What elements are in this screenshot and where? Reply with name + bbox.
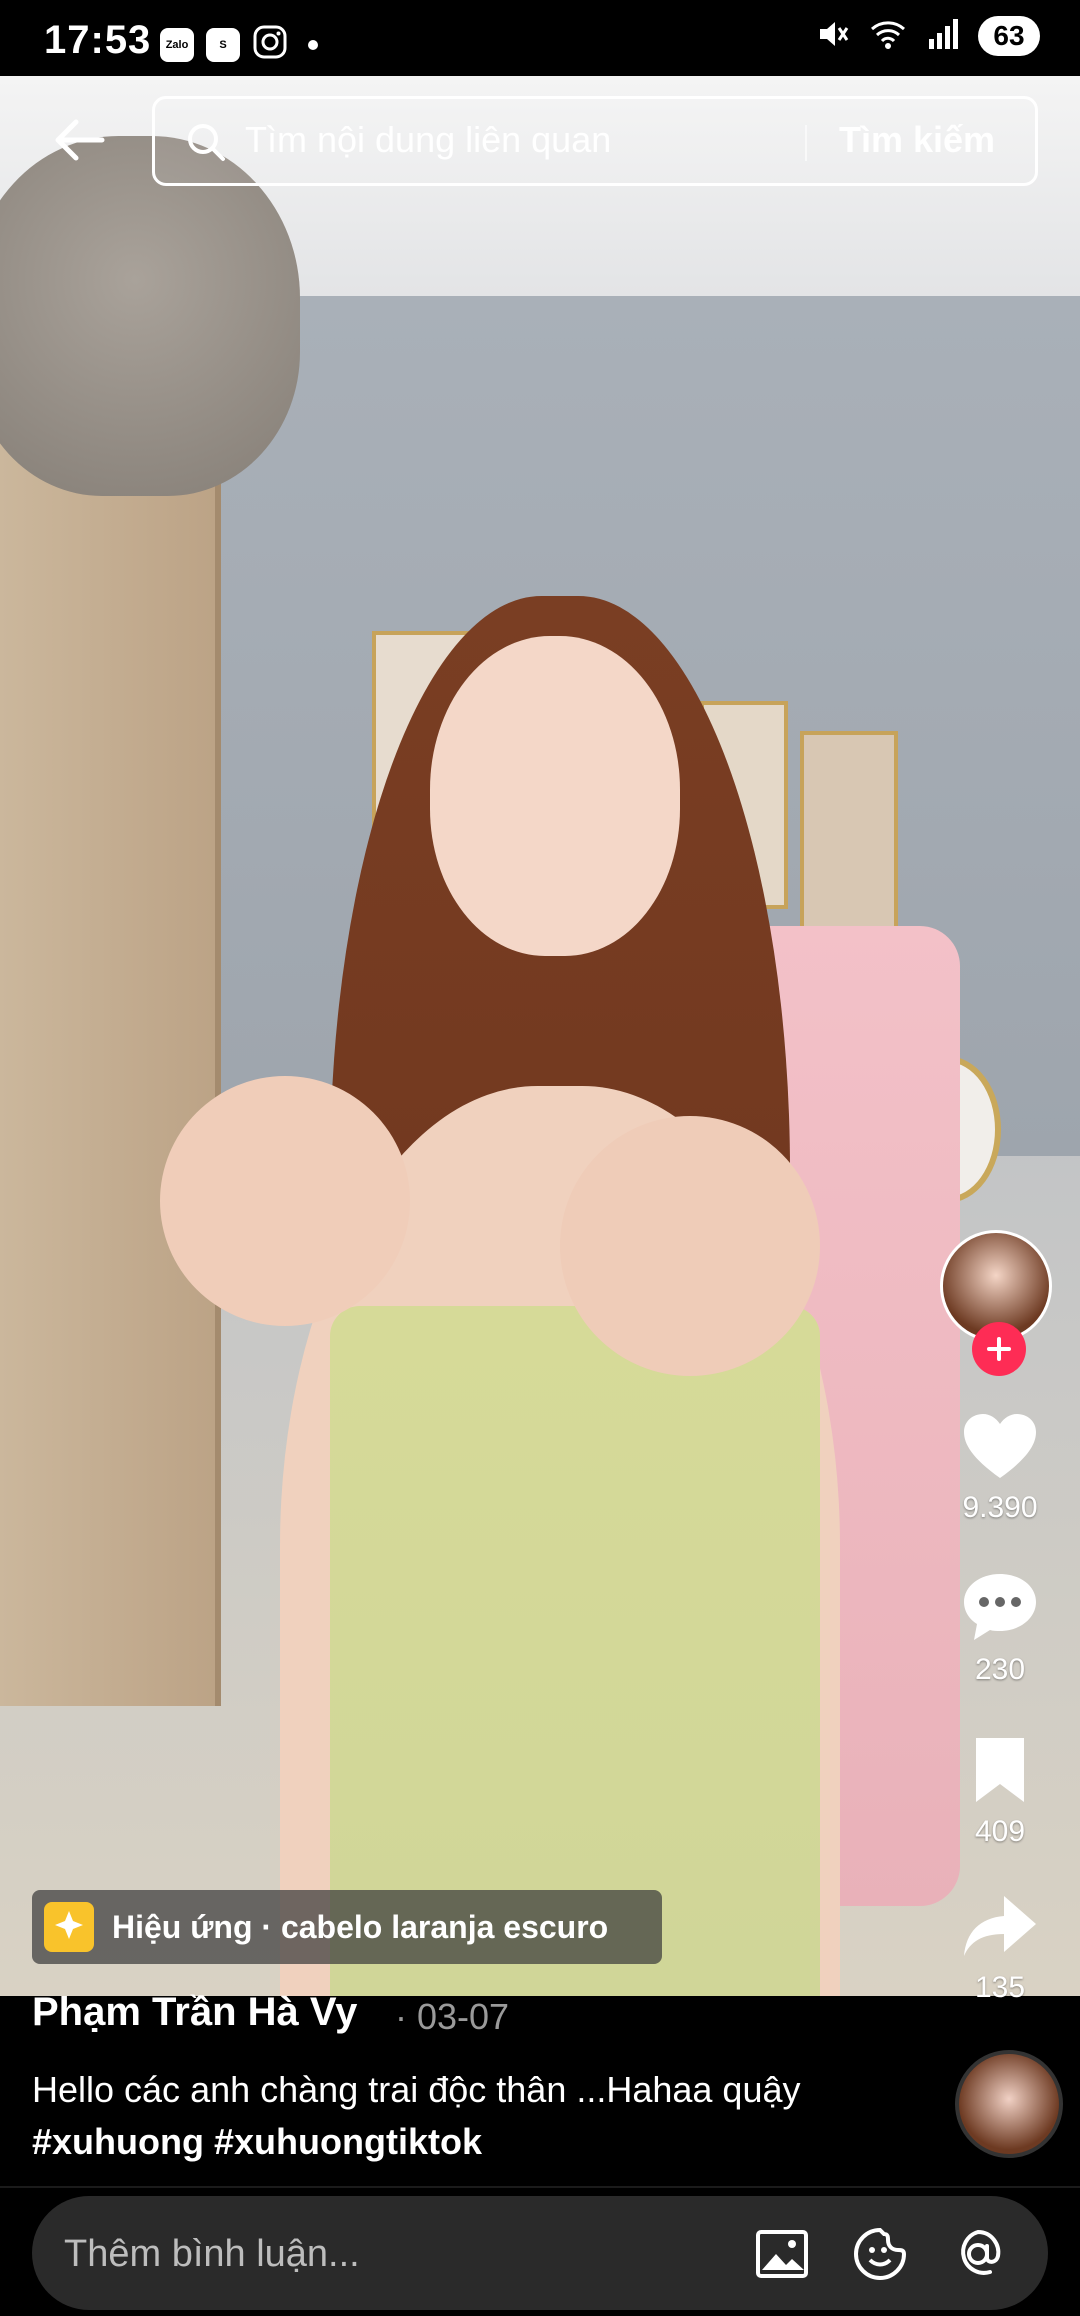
status-app-icons: Zalo S (160, 24, 318, 65)
search-bar[interactable]: Tìm nội dung liên quan Tìm kiếm (152, 96, 1038, 186)
post-caption: Hello các anh chàng trai độc thân ...Hah… (32, 2064, 832, 2168)
save-button[interactable]: 409 (940, 1732, 1060, 1849)
background-wardrobe (0, 406, 221, 1706)
comment-icon (964, 1574, 1036, 1640)
wall-art (800, 731, 898, 934)
sticker-icon[interactable] (852, 2226, 908, 2282)
heart-icon (964, 1414, 1036, 1478)
teddy-bear (0, 136, 300, 496)
share-count: 135 (974, 1971, 1026, 2004)
share-arrow-icon (964, 1896, 1036, 1956)
person-face (430, 636, 680, 956)
like-count: 9.390 (962, 1491, 1038, 1524)
follow-button[interactable] (972, 1322, 1026, 1376)
like-button[interactable]: 9.390 (940, 1410, 1060, 1525)
comment-input-bar[interactable]: Thêm bình luận... (32, 2196, 1048, 2310)
search-input[interactable]: Tìm nội dung liên quan (245, 119, 611, 161)
status-indicators: 63 (816, 16, 1040, 56)
person-hand (160, 1076, 410, 1326)
shopping-bag-icon: S (206, 27, 240, 62)
comment-input[interactable]: Thêm bình luận... (64, 2233, 360, 2276)
signal-icon (926, 17, 960, 56)
instagram-icon (252, 24, 288, 65)
zalo-icon: Zalo (160, 27, 194, 62)
sparkle-effect-icon (44, 1902, 94, 1952)
person-hand (560, 1116, 820, 1376)
status-bar: 17:53 Zalo S 63 (0, 0, 1080, 76)
caption-text: Hello các anh chàng trai độc thân ...Hah… (32, 2069, 801, 2110)
effect-label: Hiệu ứng · cabelo laranja escuro (112, 1908, 609, 1945)
creator-avatar-button[interactable] (940, 1230, 1056, 1376)
image-icon[interactable] (754, 2226, 810, 2282)
sound-avatar[interactable] (955, 2050, 1063, 2158)
battery-indicator: 63 (978, 16, 1040, 56)
video-player[interactable] (0, 76, 1080, 1996)
back-button[interactable] (52, 112, 108, 168)
notification-dot-icon (308, 39, 318, 50)
search-divider (805, 125, 807, 161)
author-name[interactable]: Phạm Trần Hà Vy (32, 1990, 357, 2035)
search-button[interactable]: Tìm kiếm (839, 119, 995, 161)
bookmark-icon (976, 1738, 1024, 1802)
post-date: · 03-07 (395, 1996, 510, 2037)
save-count: 409 (974, 1815, 1026, 1848)
wifi-icon (868, 17, 908, 56)
hashtag-link[interactable]: #xuhuong (32, 2121, 204, 2162)
arrow-left-icon (55, 119, 105, 161)
mute-icon (816, 17, 850, 56)
mention-at-icon[interactable] (950, 2226, 1006, 2282)
divider (0, 2186, 1080, 2188)
search-icon (188, 124, 225, 161)
hashtag-link[interactable]: #xuhuongtiktok (214, 2121, 482, 2162)
plus-icon (987, 1337, 1011, 1361)
effect-chip[interactable]: Hiệu ứng · cabelo laranja escuro (32, 1890, 662, 1964)
comment-count: 230 (974, 1653, 1026, 1686)
status-time: 17:53 (44, 18, 152, 62)
comment-button[interactable]: 230 (940, 1570, 1060, 1687)
share-button[interactable]: 135 (940, 1890, 1060, 2005)
